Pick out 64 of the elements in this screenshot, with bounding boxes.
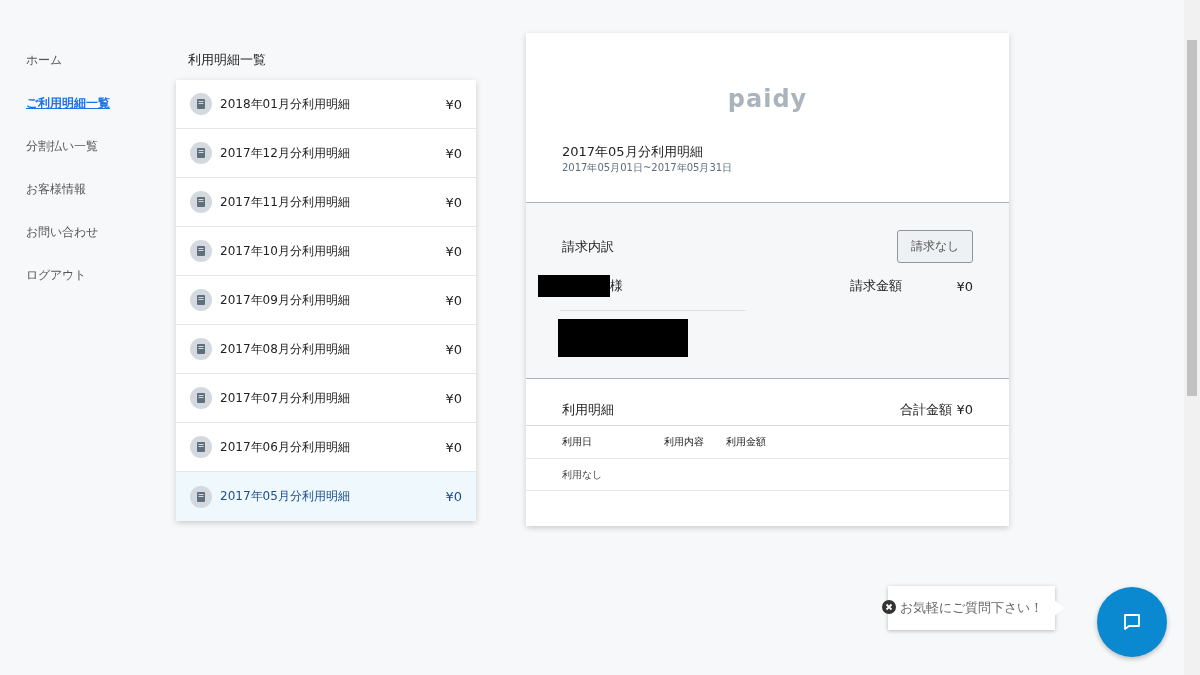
document-icon (190, 142, 212, 164)
statement-amount: ¥0 (445, 439, 462, 455)
usage-title: 利用明細 (562, 401, 614, 419)
document-icon (190, 387, 212, 409)
statement-amount: ¥0 (445, 243, 462, 259)
bubble-tail (1054, 600, 1064, 616)
chat-button[interactable] (1097, 587, 1167, 657)
close-icon[interactable] (882, 600, 896, 614)
document-icon (190, 191, 212, 213)
amount-value: ¥0 (956, 278, 973, 294)
nav-link[interactable]: 分割払い一覧 (26, 136, 176, 157)
statement-row[interactable]: 2017年08月分利用明細 ¥0 (176, 325, 476, 374)
statement-label: 2017年09月分利用明細 (220, 291, 351, 309)
nav-link[interactable]: ログアウト (26, 265, 176, 286)
nav-link[interactable]: ご利用明細一覧 (26, 93, 176, 114)
statement-period: 2017年05月01日~2017年05月31日 (562, 161, 734, 175)
status-button[interactable]: 請求なし (897, 230, 973, 263)
section-title: 利用明細一覧 (188, 51, 267, 69)
document-icon (190, 240, 212, 262)
column-header: 利用内容 (664, 435, 705, 449)
logo: paidy (727, 85, 808, 113)
column-header: 利用日 (562, 435, 593, 449)
statement-amount: ¥0 (445, 145, 462, 161)
statement-label: 2017年10月分利用明細 (220, 242, 351, 260)
statement-amount: ¥0 (445, 341, 462, 357)
statement-row[interactable]: 2017年12月分利用明細 ¥0 (176, 129, 476, 178)
nav-link[interactable]: お問い合わせ (26, 222, 176, 243)
statement-label: 2017年11月分利用明細 (220, 193, 351, 211)
statement-row[interactable]: 2017年07月分利用明細 ¥0 (176, 374, 476, 423)
nav-link[interactable]: ホーム (26, 50, 176, 71)
statement-title: 2017年05月分利用明細 (562, 143, 704, 161)
document-icon (190, 289, 212, 311)
statement-row[interactable]: 2018年01月分利用明細 ¥0 (176, 80, 476, 129)
statement-amount: ¥0 (445, 292, 462, 308)
empty-message: 利用なし (562, 467, 602, 482)
statement-row[interactable]: 2017年05月分利用明細 ¥0 (176, 472, 476, 521)
statement-row[interactable]: 2017年11月分利用明細 ¥0 (176, 178, 476, 227)
statement-label: 2017年12月分利用明細 (220, 144, 351, 162)
redaction-block (538, 275, 610, 297)
statement-amount: ¥0 (445, 96, 462, 112)
chat-prompt: お気軽にご質問下さい！ (888, 586, 1055, 630)
statement-label: 2017年08月分利用明細 (220, 340, 351, 358)
usage-total: 合計金額 ¥0 (900, 401, 973, 419)
statement-label: 2017年06月分利用明細 (220, 438, 351, 456)
column-header: 利用金額 (726, 435, 766, 449)
statement-amount: ¥0 (445, 390, 462, 406)
chat-bubble-icon (1122, 612, 1142, 632)
scrollbar[interactable] (1184, 0, 1200, 675)
statement-label: 2017年05月分利用明細 (220, 488, 351, 505)
document-icon (190, 485, 212, 508)
statement-amount: ¥0 (445, 489, 462, 504)
name-suffix: 様 (610, 277, 624, 295)
statement-label: 2017年07月分利用明細 (220, 389, 351, 407)
amount-label: 請求金額 (850, 277, 903, 295)
document-icon (190, 93, 212, 115)
billing-title: 請求内訳 (562, 237, 614, 256)
scrollbar-thumb[interactable] (1187, 40, 1197, 396)
statement-label: 2018年01月分利用明細 (220, 95, 351, 113)
statement-row[interactable]: 2017年09月分利用明細 ¥0 (176, 276, 476, 325)
nav-link[interactable]: お客様情報 (26, 179, 176, 200)
statement-amount: ¥0 (445, 194, 462, 210)
document-icon (190, 338, 212, 360)
statement-row[interactable]: 2017年10月分利用明細 ¥0 (176, 227, 476, 276)
document-icon (190, 436, 212, 458)
